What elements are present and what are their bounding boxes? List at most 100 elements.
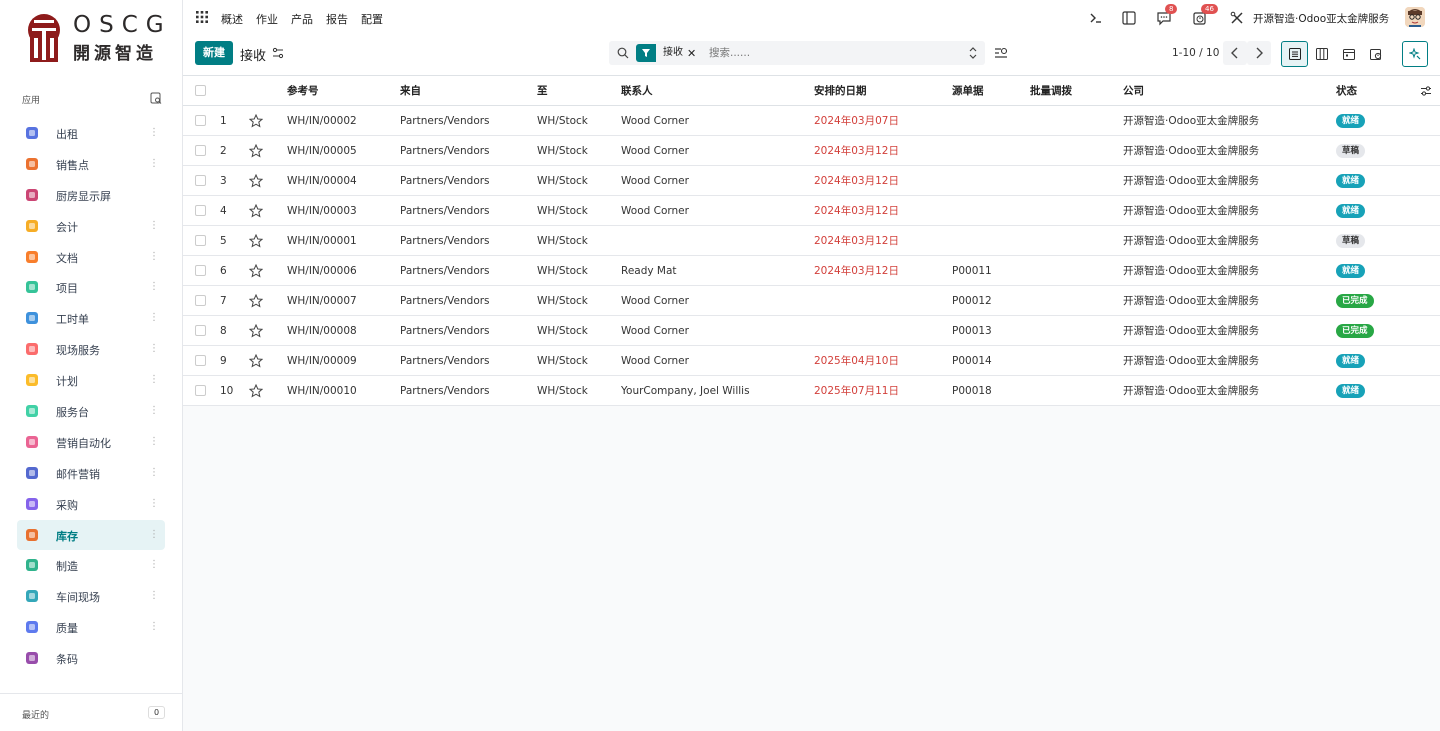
column-batch-transfer[interactable]: 批量调拨 [1030, 75, 1123, 106]
star-icon[interactable] [249, 323, 264, 338]
table-row[interactable]: 9 WH/IN/00009 Partners/Vendors WH/Stock Wood… [183, 345, 1440, 376]
row-checkbox[interactable] [195, 175, 206, 186]
more-options-icon[interactable]: ⋮ [149, 373, 159, 387]
sidebar-item-rental[interactable]: 出租 ⋮ [17, 118, 165, 148]
sidebar-toggle-icon[interactable] [1121, 10, 1137, 26]
app-grid-icon[interactable] [196, 11, 208, 23]
table-row[interactable]: 10 WH/IN/00010 Partners/Vendors WH/Stock You… [183, 375, 1440, 406]
search-options-toggle-icon[interactable] [968, 46, 978, 60]
table-row[interactable]: 6 WH/IN/00006 Partners/Vendors WH/Stock Read… [183, 255, 1440, 286]
table-row[interactable]: 4 WH/IN/00003 Partners/Vendors WH/Stock Wood… [183, 195, 1440, 226]
row-checkbox[interactable] [195, 385, 206, 396]
column-company[interactable]: 公司 [1123, 75, 1336, 106]
star-icon[interactable] [249, 233, 264, 248]
table-row[interactable]: 5 WH/IN/00001 Partners/Vendors WH/Stock 2024… [183, 225, 1440, 256]
sidebar-item-documents[interactable]: 文档 ⋮ [17, 242, 165, 272]
more-options-icon[interactable]: ⋮ [149, 558, 159, 572]
row-checkbox[interactable] [195, 265, 206, 276]
company-switcher[interactable]: 开源智造·Odoo亚太金牌服务 [1253, 11, 1389, 26]
sidebar-item-shop-floor[interactable]: 车间现场 ⋮ [17, 581, 165, 611]
sidebar-item-email-marketing[interactable]: 邮件营销 ⋮ [17, 458, 165, 488]
new-button[interactable]: 新建 [195, 41, 233, 65]
star-icon[interactable] [249, 353, 264, 368]
row-checkbox[interactable] [195, 115, 206, 126]
more-options-icon[interactable]: ⋮ [149, 528, 159, 542]
menu-item-overview[interactable]: 概述 [221, 11, 243, 27]
more-options-icon[interactable]: ⋮ [149, 250, 159, 264]
avatar[interactable] [1405, 7, 1425, 27]
table-row[interactable]: 8 WH/IN/00008 Partners/Vendors WH/Stock Wood… [183, 315, 1440, 346]
more-options-icon[interactable]: ⋮ [149, 157, 159, 171]
more-options-icon[interactable]: ⋮ [149, 404, 159, 418]
star-icon[interactable] [249, 143, 264, 158]
more-options-icon[interactable]: ⋮ [149, 466, 159, 480]
column-from[interactable]: 来自 [400, 75, 537, 106]
star-icon[interactable] [249, 293, 264, 308]
activities-button[interactable]: 46 [1192, 4, 1218, 26]
sidebar-item-timesheet[interactable]: 工时单 ⋮ [17, 303, 165, 333]
activity-view-button[interactable] [1362, 41, 1389, 67]
star-icon[interactable] [249, 113, 264, 128]
row-checkbox[interactable] [195, 325, 206, 336]
kanban-view-button[interactable] [1308, 41, 1335, 67]
more-options-icon[interactable]: ⋮ [149, 435, 159, 449]
list-view-button[interactable] [1281, 41, 1308, 67]
pager-previous-button[interactable] [1223, 41, 1247, 65]
remove-facet-icon[interactable]: ✕ [687, 47, 700, 60]
star-icon[interactable] [249, 263, 264, 278]
menu-item-products[interactable]: 产品 [291, 11, 313, 27]
tools-icon[interactable] [1229, 10, 1245, 26]
more-options-icon[interactable]: ⋮ [149, 497, 159, 511]
column-source-document[interactable]: 源单据 [952, 75, 1030, 106]
more-options-icon[interactable]: ⋮ [149, 126, 159, 140]
sidebar-item-manufacturing[interactable]: 制造 ⋮ [17, 550, 165, 580]
more-options-icon[interactable]: ⋮ [149, 311, 159, 325]
table-row[interactable]: 2 WH/IN/00005 Partners/Vendors WH/Stock Wood… [183, 135, 1440, 166]
recent-section[interactable]: 最近的 0 [0, 693, 183, 731]
table-row[interactable]: 7 WH/IN/00007 Partners/Vendors WH/Stock Wood… [183, 285, 1440, 316]
row-checkbox[interactable] [195, 295, 206, 306]
pager-value[interactable]: 1-10 / 10 [1172, 47, 1219, 59]
row-checkbox[interactable] [195, 235, 206, 246]
row-checkbox[interactable] [195, 205, 206, 216]
more-options-icon[interactable]: ⋮ [149, 219, 159, 233]
more-options-icon[interactable]: ⋮ [149, 342, 159, 356]
menu-item-operations[interactable]: 作业 [256, 11, 278, 27]
row-checkbox[interactable] [195, 145, 206, 156]
action-settings-icon[interactable] [272, 47, 284, 59]
calendar-view-button[interactable] [1335, 41, 1362, 67]
sidebar-item-kitchen-display[interactable]: 厨房显示屏 [17, 180, 165, 210]
more-options-icon[interactable]: ⋮ [149, 589, 159, 603]
table-row[interactable]: 1 WH/IN/00002 Partners/Vendors WH/Stock Wood… [183, 105, 1440, 136]
sidebar-item-project[interactable]: 项目 ⋮ [17, 272, 165, 302]
star-icon[interactable] [249, 203, 264, 218]
row-checkbox[interactable] [195, 355, 206, 366]
more-options-icon[interactable]: ⋮ [149, 620, 159, 634]
sidebar-item-barcode[interactable]: 条码 [17, 643, 165, 673]
terminal-icon[interactable] [1088, 10, 1104, 26]
sidebar-item-marketing-automation[interactable]: 营销自动化 ⋮ [17, 427, 165, 457]
column-contact[interactable]: 联系人 [621, 75, 814, 106]
sidebar-item-purchase[interactable]: 采购 ⋮ [17, 489, 165, 519]
column-reference[interactable]: 参考号 [287, 75, 400, 106]
menu-item-configuration[interactable]: 配置 [361, 11, 383, 27]
optional-columns-icon[interactable] [1420, 85, 1432, 97]
sidebar-item-helpdesk[interactable]: 服务台 ⋮ [17, 396, 165, 426]
sidebar-item-pos[interactable]: 销售点 ⋮ [17, 149, 165, 179]
column-scheduled-date[interactable]: 安排的日期 [814, 75, 952, 106]
sidebar-item-field-service[interactable]: 现场服务 ⋮ [17, 334, 165, 364]
star-icon[interactable] [249, 383, 264, 398]
column-to[interactable]: 至 [537, 75, 621, 106]
sidebar-item-planning[interactable]: 计划 ⋮ [17, 365, 165, 395]
search-input[interactable] [709, 45, 949, 61]
search-icon[interactable] [617, 47, 629, 59]
select-all-checkbox[interactable] [195, 85, 206, 96]
app-search-icon[interactable] [150, 92, 162, 104]
star-icon[interactable] [249, 173, 264, 188]
menu-item-reporting[interactable]: 报告 [326, 11, 348, 27]
more-options-icon[interactable]: ⋮ [149, 280, 159, 294]
pager-next-button[interactable] [1247, 41, 1271, 65]
column-status[interactable]: 状态 [1336, 85, 1357, 97]
logo[interactable]: OSCG 開源智造 [24, 10, 164, 66]
table-row[interactable]: 3 WH/IN/00004 Partners/Vendors WH/Stock Wood… [183, 165, 1440, 196]
